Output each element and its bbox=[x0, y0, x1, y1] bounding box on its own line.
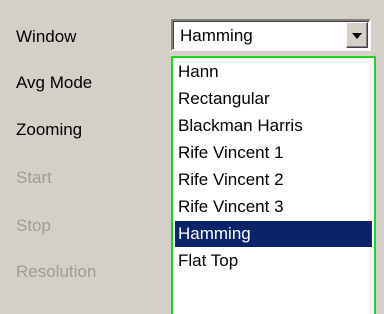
stop-label: Stop bbox=[16, 216, 51, 235]
zooming-label: Zooming bbox=[16, 120, 83, 139]
window-dropdown-list: Hann Rectangular Blackman Harris Rife Vi… bbox=[171, 56, 376, 314]
resolution-label: Resolution bbox=[16, 262, 97, 281]
option-flat-top[interactable]: Flat Top bbox=[175, 248, 372, 274]
option-hamming[interactable]: Hamming bbox=[175, 221, 372, 247]
dropdown-button[interactable] bbox=[346, 22, 368, 48]
window-label: Window bbox=[16, 27, 77, 46]
window-combobox-value: Hamming bbox=[180, 26, 253, 45]
option-rife-vincent-1[interactable]: Rife Vincent 1 bbox=[175, 140, 372, 166]
window-combobox[interactable]: Hamming bbox=[171, 19, 371, 51]
option-blackman-harris[interactable]: Blackman Harris bbox=[175, 113, 372, 139]
option-rife-vincent-3[interactable]: Rife Vincent 3 bbox=[175, 194, 372, 220]
option-rectangular[interactable]: Rectangular bbox=[175, 86, 372, 112]
avg-mode-label: Avg Mode bbox=[16, 73, 93, 92]
option-hann[interactable]: Hann bbox=[175, 59, 372, 85]
start-label: Start bbox=[16, 168, 52, 187]
option-rife-vincent-2[interactable]: Rife Vincent 2 bbox=[175, 167, 372, 193]
chevron-down-icon bbox=[352, 33, 362, 39]
